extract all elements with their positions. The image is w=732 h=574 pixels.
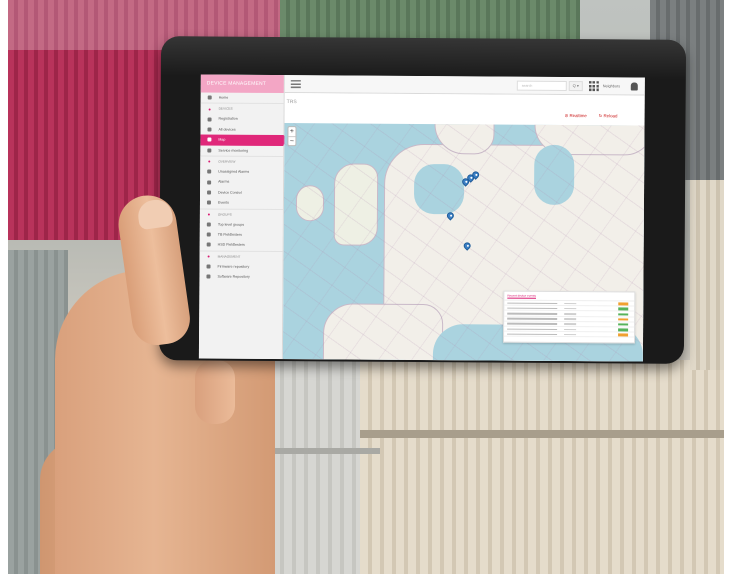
tablet-screen: DEVICE MANAGEMENT Home DEVICES Registrat…: [198, 74, 645, 362]
home-icon: [207, 95, 212, 100]
hamburger-menu-icon[interactable]: [290, 80, 301, 89]
folder-icon: [206, 232, 211, 237]
sidebar-item-tb-fieldtesters[interactable]: TB Fieldtesters: [200, 229, 283, 240]
sidebar: DEVICE MANAGEMENT Home DEVICES Registrat…: [198, 74, 285, 360]
sidebar-item-label: Events: [217, 200, 229, 205]
search-input[interactable]: search: [516, 80, 567, 92]
page-title: TRS: [286, 99, 297, 106]
sidebar-item-all-devices[interactable]: All devices: [200, 124, 283, 135]
user-icon[interactable]: [630, 82, 638, 91]
sidebar-item-label: Map: [218, 137, 226, 142]
sidebar-section-management[interactable]: MANAGEMENT: [199, 250, 283, 262]
search-button[interactable]: Q ▾: [568, 81, 583, 92]
expand-icon: [208, 160, 211, 163]
sidebar-item-unassigned-alarms[interactable]: Unassigned Alarms: [200, 166, 283, 177]
rss-icon: [206, 200, 211, 205]
sidebar-item-firmware-repository[interactable]: Firmware repository: [199, 261, 282, 272]
sidebar-item-label: Firmware repository: [217, 264, 250, 269]
expand-icon: [207, 213, 210, 216]
sidebar-item-hsd-fieldtesters[interactable]: HSD Fieldtesters: [200, 240, 283, 251]
beige-container-stack: [690, 180, 724, 370]
sidebar-item-label: Device Control: [218, 190, 242, 195]
section-label: OVERVIEW: [218, 159, 236, 164]
container-rib: [360, 430, 724, 438]
events-panel: Recent device events: [503, 290, 636, 344]
list-item[interactable]: [504, 331, 635, 338]
download-icon: [206, 264, 211, 269]
app-grid-icon[interactable]: [588, 81, 599, 92]
zoom-control: + −: [287, 126, 297, 147]
expand-icon: [208, 108, 211, 111]
devices-icon: [207, 127, 212, 132]
realtime-label: Realtime: [569, 113, 587, 119]
sidebar-item-label: Service monitoring: [218, 148, 249, 153]
gear-icon: [207, 117, 212, 122]
user-name[interactable]: Neighbors: [603, 82, 620, 90]
sidebar-item-label: Top level groups: [217, 222, 245, 227]
sidebar-section-overview[interactable]: OVERVIEW: [200, 155, 284, 167]
section-label: MANAGEMENT: [217, 254, 241, 259]
tablet-device: DEVICE MANAGEMENT Home DEVICES Registrat…: [158, 36, 687, 364]
sidebar-item-label: Registration: [218, 116, 238, 122]
folder-icon: [206, 222, 211, 227]
sidebar-item-service-monitoring[interactable]: Service monitoring: [200, 145, 283, 156]
sidebar-item-label: TB Fieldtesters: [217, 232, 242, 237]
sidebar-item-top-level-groups[interactable]: Top level groups: [200, 219, 283, 230]
sidebar-item-device-control[interactable]: Device Control: [200, 187, 283, 198]
sidebar-section-devices[interactable]: DEVICES: [200, 102, 284, 115]
sidebar-item-software-repository[interactable]: Software Repository: [199, 272, 282, 283]
map-pin-icon: [207, 137, 212, 142]
sidebar-item-label: Alarms: [218, 179, 230, 184]
sidebar-item-label: HSD Fieldtesters: [217, 242, 245, 248]
chart-icon: [207, 148, 212, 153]
sidebar-item-label: Home: [218, 95, 229, 100]
reload-label: Reload: [603, 113, 618, 119]
realtime-button[interactable]: ⊘ Realtime: [565, 113, 587, 119]
sidebar-item-label: Unassigned Alarms: [218, 169, 250, 174]
zoom-in-button[interactable]: +: [288, 127, 295, 136]
main-content: TRS ⊘ Realtime ↻ Reload + − Recent devic…: [282, 93, 645, 362]
control-icon: [207, 190, 212, 195]
bezel-reflection: [160, 36, 687, 80]
sidebar-item-events[interactable]: Events: [200, 198, 283, 209]
section-label: GROUPS: [217, 212, 232, 217]
photo-scene: DEVICE MANAGEMENT Home DEVICES Registrat…: [0, 0, 732, 574]
reload-button[interactable]: ↻ Reload: [599, 113, 618, 119]
sidebar-item-label: Software Repository: [217, 274, 250, 279]
sidebar-item-home[interactable]: Home: [201, 92, 284, 103]
sidebar-item-map[interactable]: Map: [200, 134, 284, 146]
bell-icon: [207, 169, 212, 174]
hand-finger: [195, 360, 235, 424]
package-icon: [206, 274, 211, 279]
expand-icon: [207, 255, 210, 258]
sidebar-item-label: All devices: [218, 127, 236, 132]
zoom-out-button[interactable]: −: [288, 136, 296, 146]
section-label: DEVICES: [218, 106, 233, 112]
device-map[interactable]: + − Recent device events: [282, 123, 645, 362]
brand-title: DEVICE MANAGEMENT: [200, 74, 284, 94]
sidebar-item-registration[interactable]: Registration: [201, 114, 284, 125]
sidebar-section-groups[interactable]: GROUPS: [199, 207, 283, 220]
beige-container: [360, 360, 724, 574]
sidebar-item-alarms[interactable]: Alarms: [200, 177, 283, 188]
green-container: [280, 0, 580, 40]
folder-icon: [206, 242, 211, 248]
bell-icon: [207, 180, 212, 185]
